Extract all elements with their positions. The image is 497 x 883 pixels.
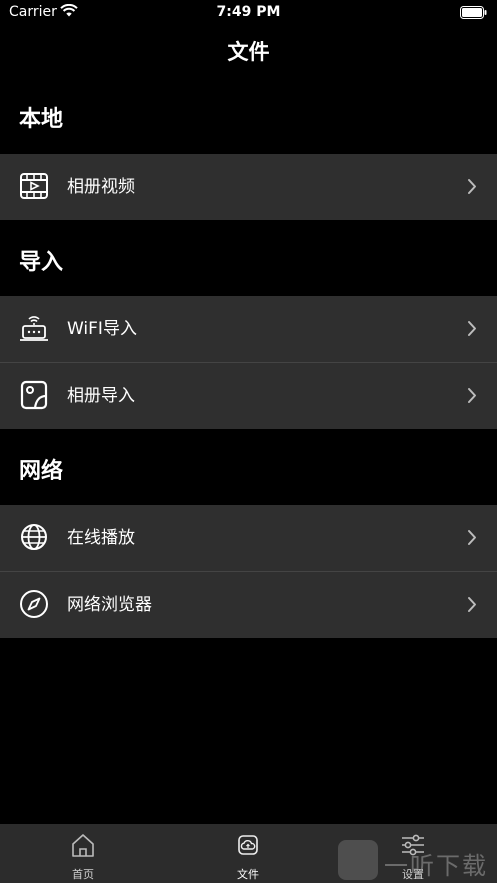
status-bar: Carrier 7:49 PM	[0, 0, 497, 26]
tab-home[interactable]: 首页	[38, 824, 128, 883]
battery-icon	[460, 6, 487, 19]
list-item-label: 在线播放	[67, 528, 135, 548]
watermark: 一听下载	[338, 840, 497, 883]
chevron-right-icon	[468, 179, 476, 194]
video-film-icon	[20, 173, 48, 199]
cloud-folder-icon	[238, 835, 258, 855]
list-item-album-video[interactable]: 相册视频	[0, 154, 497, 220]
home-icon	[72, 834, 94, 857]
list-item-album-import[interactable]: 相册导入	[0, 363, 497, 429]
list-item-wifi-import[interactable]: WiFI导入	[0, 296, 497, 362]
page-title: 文件	[227, 40, 270, 64]
chevron-right-icon	[468, 388, 476, 403]
wifi-router-icon	[20, 316, 48, 341]
list-item-online-play[interactable]: 在线播放	[0, 505, 497, 571]
tab-label: 文件	[237, 868, 259, 881]
chevron-right-icon	[468, 321, 476, 336]
chevron-right-icon	[468, 597, 476, 612]
tab-files[interactable]: 文件	[203, 824, 293, 883]
watermark-logo-icon	[338, 840, 378, 880]
tab-label: 首页	[72, 868, 94, 881]
list-item-label: 相册视频	[67, 177, 135, 197]
status-time: 7:49 PM	[216, 4, 281, 20]
section-header-import: 导入	[19, 250, 64, 275]
section-header-local: 本地	[19, 107, 64, 132]
section-header-network: 网络	[19, 459, 64, 484]
list-item-web-browser[interactable]: 网络浏览器	[0, 572, 497, 638]
list-item-label: 相册导入	[67, 386, 135, 406]
photo-album-icon	[20, 380, 48, 410]
watermark-text: 一听下载	[384, 852, 488, 880]
globe-icon	[21, 524, 47, 550]
list-item-label: WiFI导入	[67, 319, 137, 339]
chevron-right-icon	[468, 530, 476, 545]
compass-icon	[20, 590, 48, 618]
list-item-label: 网络浏览器	[67, 595, 152, 615]
